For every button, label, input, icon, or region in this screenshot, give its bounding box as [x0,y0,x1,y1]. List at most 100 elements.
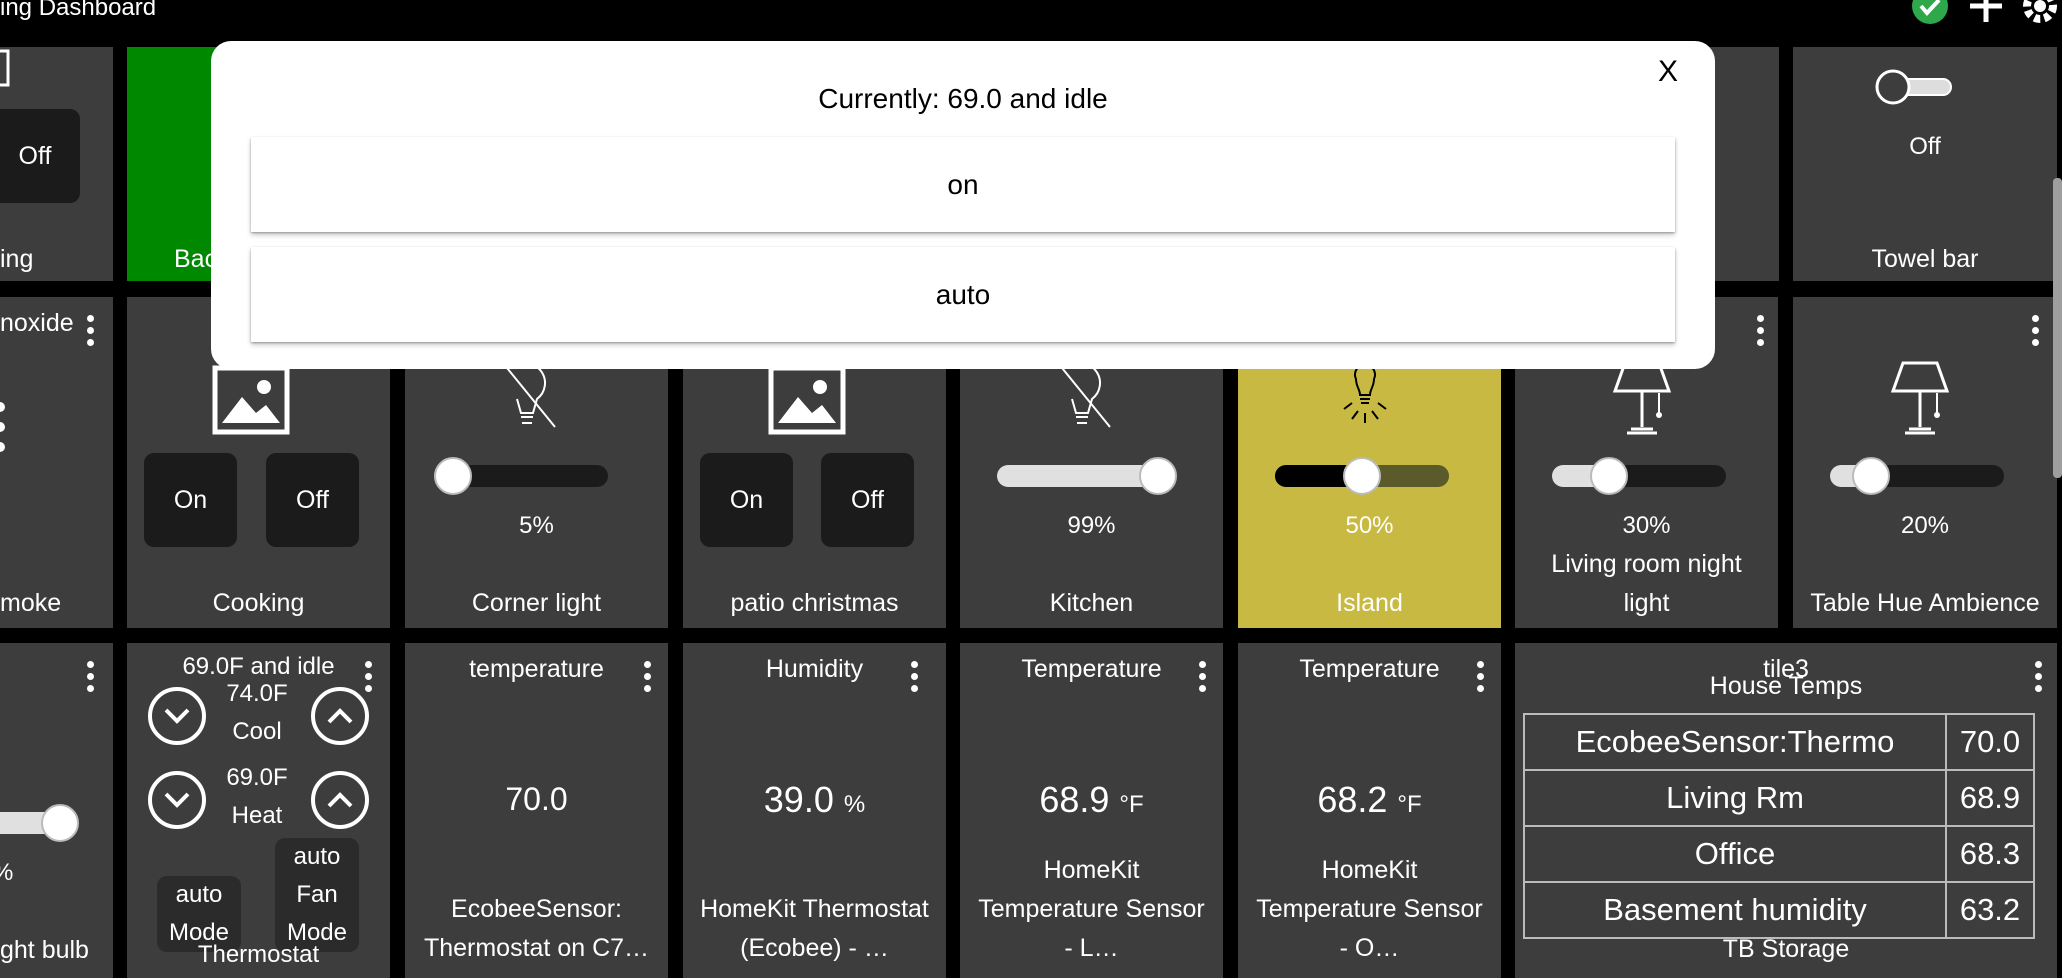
lamp-icon [1612,361,1672,435]
tile-table-hue-ambience[interactable]: 20% Table Hue Ambience [1793,297,2057,628]
tile-temperature-o[interactable]: Temperature 68.2 °F HomeKit Temperature … [1238,643,1501,978]
tile-title: Temperature [1021,655,1162,683]
tile-label: Cooking [212,589,305,617]
more-icon[interactable] [2032,661,2044,695]
image-icon [768,365,846,435]
device-name-line3: - O… [1339,934,1400,962]
living-room-night-light-slider[interactable] [1552,465,1726,487]
heat-down-button[interactable] [148,771,206,829]
sensor-name: Living Rm [1523,769,1947,827]
option-auto-button[interactable]: auto [251,247,1675,342]
plus-icon[interactable] [1966,0,2006,26]
switch-icon [0,49,10,87]
table-row: Office 68.3 [1523,825,2035,883]
device-name-line1: EcobeeSensor: [451,895,622,923]
bulb-on-icon [1343,365,1387,423]
tile-thermostat[interactable]: 69.0F and idle 74.0F Cool 69.0F Heat aut… [127,643,390,978]
tile-label-line1: Living room night [1551,550,1742,578]
tile-house-temps[interactable]: tile3 House Temps EcobeeSensor:Thermo 70.… [1515,643,2057,978]
tile-towel-bar[interactable]: Off Towel bar [1793,47,2057,281]
slider-handle[interactable] [1589,457,1628,495]
tile-humidity[interactable]: Humidity 39.0 % HomeKit Thermostat (Ecob… [683,643,946,978]
more-icon[interactable] [2029,315,2041,349]
gear-icon[interactable] [2020,0,2060,26]
cool-up-button[interactable] [311,687,369,745]
humidity-unit: % [843,791,866,818]
tile-footer: TB Storage [1722,935,1850,963]
more-icon[interactable] [1474,661,1486,695]
slider-handle[interactable] [41,804,79,842]
tile-label: moke [0,589,62,617]
temperature-value: 68.2 [1317,779,1388,820]
heat-label: Heat [231,802,283,829]
scrollbar[interactable] [2053,178,2062,478]
device-name-line1: HomeKit [1321,856,1418,884]
more-icon[interactable] [362,661,374,695]
chevron-up-icon [327,708,353,724]
living-room-night-light-level: 30% [1622,512,1671,539]
off-button[interactable]: Off [0,109,80,203]
device-name-line1: HomeKit [1043,856,1140,884]
fan-mode-dialog: Currently: 69.0 and idle X on auto [211,41,1715,369]
image-icon [212,365,290,435]
temperature-value: 68.9 [1039,779,1110,820]
lamp-icon [1890,361,1950,435]
slider-handle[interactable] [433,457,472,495]
more-icon[interactable] [641,661,653,695]
light-bulb-level: % [0,859,113,887]
temperature-unit: °F [1119,791,1144,818]
sensor-value: 70.0 [1945,713,2035,771]
option-on-button[interactable]: on [251,137,1675,232]
table-row: EcobeeSensor:Thermo 70.0 [1523,713,2035,771]
more-icon[interactable] [84,661,96,695]
humidity-value: 39.0 [763,779,834,820]
sensor-value: 68.9 [1945,769,2035,827]
cool-down-button[interactable] [148,687,206,745]
humidity-reading: 39.0 % [683,779,946,821]
tile-label: Corner light [471,589,602,617]
slider-handle[interactable] [1852,457,1891,495]
check-circle-icon[interactable] [1910,0,1950,26]
sensor-value: 68.3 [1945,825,2035,883]
bulb-off-icon [1057,362,1111,428]
tile-label: patio christmas [730,589,899,617]
off-button[interactable]: Off [266,453,359,547]
device-name-line2: (Ecobee) - … [740,934,889,962]
slider-handle[interactable] [1343,457,1381,495]
top-bar: ing Dashboard [0,0,2062,30]
dashboard-title: ing Dashboard [0,0,157,21]
tile-label: Kitchen [1049,589,1134,617]
device-name-line2: Temperature Sensor [1256,895,1483,923]
tile-title: temperature [469,655,604,683]
tile-temperature-l[interactable]: Temperature 68.9 °F HomeKit Temperature … [960,643,1223,978]
tile-light-bulb[interactable]: % ght bulb [0,643,113,978]
off-button[interactable]: Off [821,453,914,547]
tile-ecobee-temperature[interactable]: temperature 70.0 EcobeeSensor: Thermosta… [405,643,668,978]
tile-label: Table Hue Ambience [1810,589,2040,617]
cool-setpoint: 74.0F Cool [207,675,307,751]
table-row: Living Rm 68.9 [1523,769,2035,827]
on-button[interactable]: On [144,453,237,547]
more-icon[interactable] [1196,661,1208,695]
on-button[interactable]: On [700,453,793,547]
more-icon[interactable] [908,661,920,695]
mode-value: auto [175,881,223,908]
cool-label: Cool [232,718,282,745]
heat-up-button[interactable] [311,771,369,829]
tile-row1-switch[interactable]: Off ing [0,47,113,281]
temperature-value: 70.0 [505,781,568,817]
temperature-reading: 68.2 °F [1238,779,1501,821]
more-icon[interactable] [84,315,96,349]
more-icon[interactable] [1754,315,1766,349]
chevron-down-icon [164,708,190,724]
close-button[interactable]: X [1658,55,1678,89]
tile-carbon-monoxide[interactable]: noxide moke [0,297,113,628]
sensor-value: 63.2 [1945,881,2035,939]
table-row: Basement humidity 63.2 [1523,881,2035,939]
slider-handle[interactable] [1139,457,1178,495]
towel-bar-label: Towel bar [1871,245,1979,273]
tile-title: Humidity [765,655,864,683]
heat-setpoint-value: 69.0F [226,764,288,791]
island-level: 50% [1345,512,1394,539]
towel-bar-state: Off [1909,133,1941,160]
